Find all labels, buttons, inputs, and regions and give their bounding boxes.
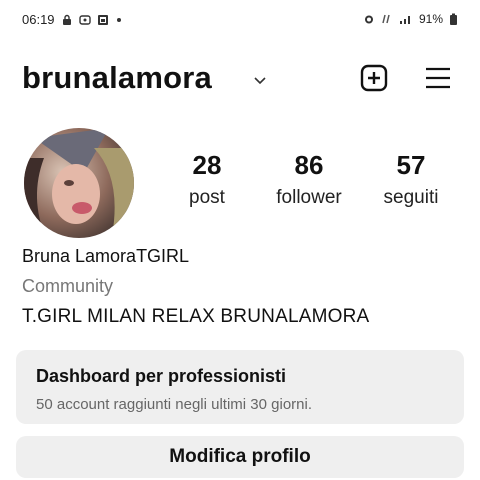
stat-following[interactable]: 57 seguiti bbox=[356, 150, 466, 209]
dashboard-title: Dashboard per professionisti bbox=[36, 366, 287, 386]
message-icon bbox=[78, 14, 91, 25]
posts-count: 28 bbox=[192, 150, 222, 180]
profile-name: Bruna LamoraTGIRL bbox=[22, 246, 190, 266]
following-count: 57 bbox=[396, 150, 426, 180]
battery-icon bbox=[450, 13, 457, 25]
avatar[interactable] bbox=[24, 128, 134, 238]
profile-photo bbox=[24, 128, 134, 238]
chevron-down-icon[interactable] bbox=[252, 72, 268, 88]
add-square-icon[interactable] bbox=[360, 64, 388, 92]
profile-category: Community bbox=[22, 276, 114, 296]
dot-icon bbox=[116, 17, 121, 22]
profile-bio: T.GIRL MILAN RELAX BRUNALAMORA bbox=[22, 306, 370, 327]
status-bar: 06:19 91% bbox=[0, 0, 480, 36]
stat-posts[interactable]: 28 post bbox=[152, 150, 262, 209]
hamburger-menu-icon[interactable] bbox=[424, 66, 452, 90]
dashboard-subtitle: 50 account raggiunti negli ultimi 30 gio… bbox=[36, 396, 312, 413]
following-label: seguiti bbox=[383, 187, 439, 208]
alarm-icon bbox=[364, 15, 373, 24]
gallery-icon bbox=[97, 14, 108, 25]
status-bar-right: 91% bbox=[363, 12, 458, 26]
profile-header: brunalamora bbox=[0, 60, 480, 104]
stat-followers[interactable]: 86 follower bbox=[254, 150, 364, 209]
network-icon bbox=[382, 14, 390, 24]
professional-dashboard-card[interactable]: Dashboard per professionisti 50 account … bbox=[16, 350, 464, 424]
username[interactable]: brunalamora bbox=[22, 60, 212, 96]
followers-count: 86 bbox=[294, 150, 324, 180]
battery-percentage: 91% bbox=[418, 12, 443, 26]
status-bar-left: 06:19 bbox=[22, 12, 123, 27]
followers-label: follower bbox=[276, 187, 342, 208]
signal-icon bbox=[399, 16, 410, 24]
edit-profile-button[interactable]: Modifica profilo bbox=[16, 436, 464, 478]
posts-label: post bbox=[189, 187, 225, 208]
clock: 06:19 bbox=[22, 12, 55, 27]
lock-icon bbox=[62, 14, 71, 25]
